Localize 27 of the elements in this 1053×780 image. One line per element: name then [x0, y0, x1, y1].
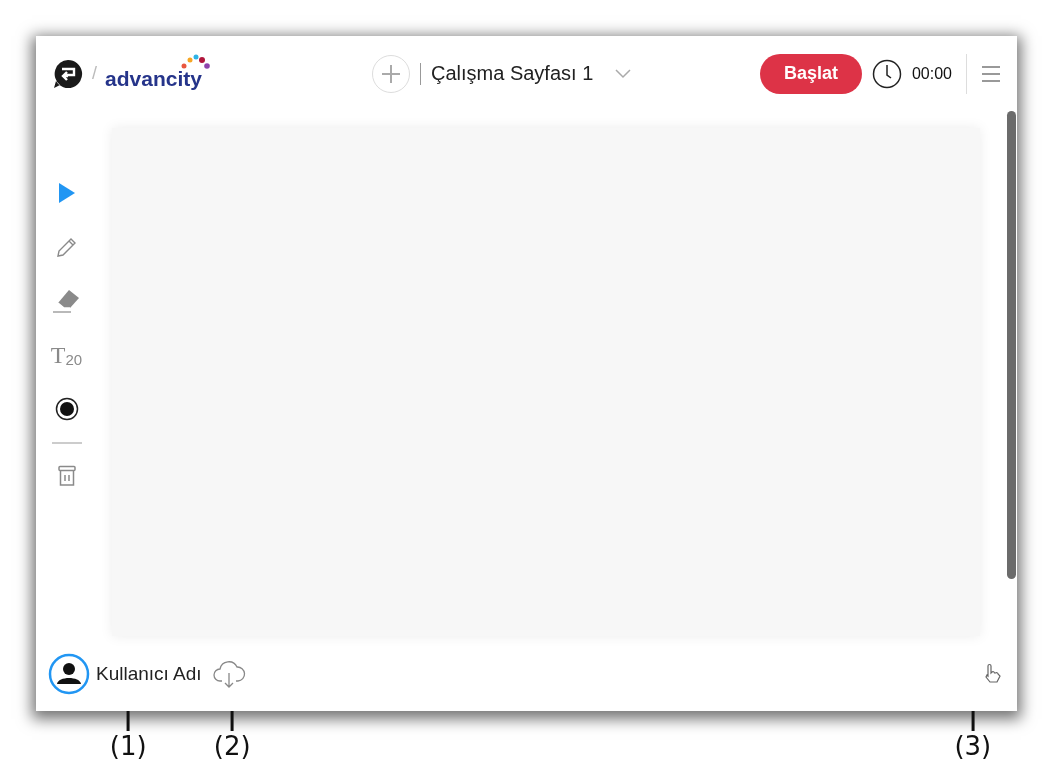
trash-icon[interactable] [56, 465, 77, 487]
leader-line [126, 711, 130, 731]
callout-label: (3) [954, 731, 992, 763]
pencil-icon[interactable] [55, 236, 78, 258]
callout-label: (1) [109, 731, 147, 763]
start-button[interactable]: Başlat [759, 53, 862, 94]
logo-icon [52, 57, 84, 90]
plus-icon [381, 63, 401, 84]
page-title: Çalışma Sayfası 1 [431, 62, 594, 85]
text-size-tool[interactable]: T20 [50, 328, 83, 382]
leader-line [971, 711, 975, 731]
menu-icon[interactable] [981, 64, 1001, 83]
clock-icon [871, 58, 902, 89]
user-name: Kullanıcı Adı [96, 662, 202, 685]
timer: 00:00 [911, 64, 952, 83]
add-page-button[interactable] [372, 54, 410, 93]
breadcrumb-separator: / [92, 63, 97, 84]
color-picker-icon[interactable] [54, 397, 79, 421]
eraser-icon[interactable] [51, 288, 82, 314]
cursor-arrow-icon[interactable] [57, 182, 76, 204]
cloud-download-icon[interactable] [211, 658, 246, 689]
callout-label: (2) [213, 731, 251, 763]
leader-line [230, 711, 234, 731]
user-avatar-icon[interactable] [48, 652, 90, 695]
chevron-down-icon[interactable] [615, 68, 632, 79]
brand-logo: advancity [105, 53, 210, 94]
scrollbar-thumb[interactable] [1006, 111, 1016, 579]
